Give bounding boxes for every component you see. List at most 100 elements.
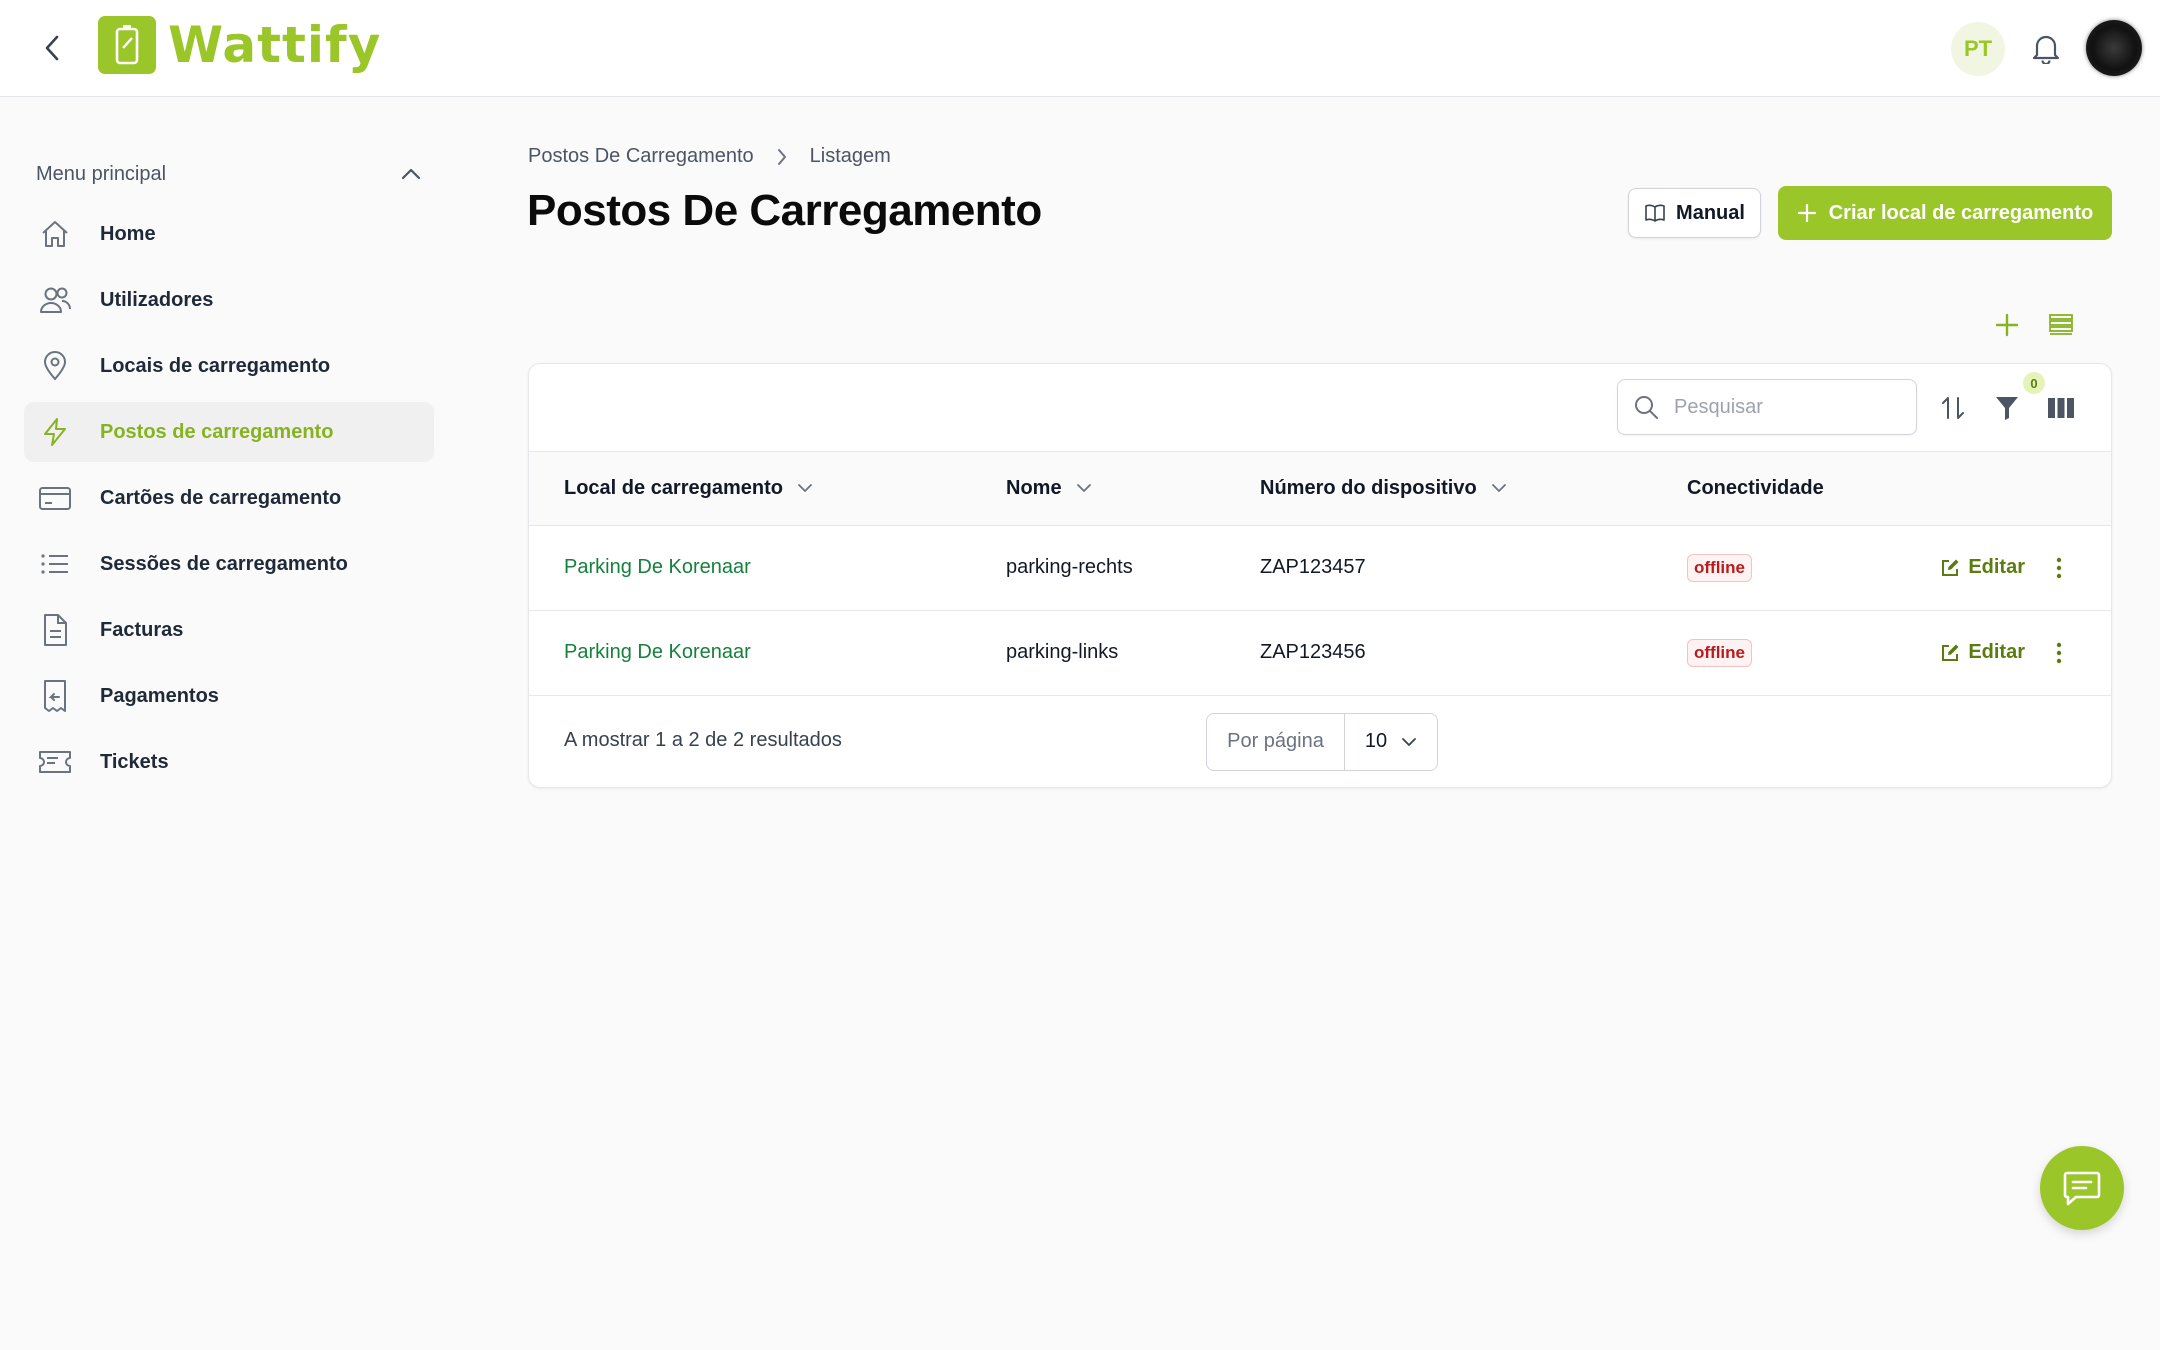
column-header-location[interactable]: Local de carregamento (529, 452, 1006, 525)
column-header-name[interactable]: Nome (1006, 452, 1260, 525)
column-header-device-number[interactable]: Número do dispositivo (1260, 452, 1687, 525)
status-badge: offline (1687, 638, 1752, 667)
sidebar: Menu principal Home Utilizadores Locais … (24, 150, 434, 798)
notifications-button[interactable] (2026, 28, 2066, 68)
sidebar-item-label: Home (100, 222, 156, 245)
ticket-icon (38, 745, 72, 779)
breadcrumb: Postos De Carregamento Listagem (528, 145, 891, 168)
search-input[interactable] (1674, 395, 1904, 419)
sidebar-item-label: Cartões de carregamento (100, 486, 342, 509)
column-label: Número do dispositivo (1260, 476, 1477, 499)
row-menu-button[interactable] (2047, 635, 2071, 671)
language-selector[interactable]: PT (1951, 22, 2005, 76)
sidebar-item-users[interactable]: Utilizadores (24, 270, 434, 330)
page-title: Postos De Carregamento (527, 186, 1042, 235)
edit-icon (1942, 559, 1959, 576)
sidebar-item-locations[interactable]: Locais de carregamento (24, 336, 434, 396)
location-link[interactable]: Parking De Korenaar (564, 641, 751, 663)
sidebar-item-label: Tickets (100, 750, 169, 773)
sidebar-item-label: Postos de carregamento (100, 420, 334, 443)
more-vertical-icon (2056, 557, 2062, 578)
edit-button[interactable]: Editar (1940, 556, 2025, 579)
sidebar-item-charging-cards[interactable]: Cartões de carregamento (24, 468, 434, 528)
create-location-button[interactable]: Criar local de carregamento (1778, 186, 2112, 240)
menu-header-label: Menu principal (36, 162, 167, 185)
menu-header[interactable]: Menu principal (24, 150, 434, 198)
chevron-down-icon (1491, 484, 1506, 493)
status-badge: offline (1687, 553, 1752, 582)
map-pin-icon (38, 349, 72, 383)
users-icon (38, 283, 72, 317)
chat-icon (2063, 1171, 2101, 1206)
sidebar-item-label: Utilizadores (100, 288, 214, 311)
table-header-row: Local de carregamento Nome Número do dis… (529, 452, 2111, 525)
filter-button[interactable] (1989, 390, 2025, 426)
lightning-icon (38, 415, 72, 449)
list-icon (38, 547, 72, 581)
columns-button[interactable] (2043, 390, 2079, 426)
chevron-down-icon (1402, 737, 1417, 746)
sidebar-item-label: Pagamentos (100, 684, 219, 707)
chevron-up-icon (401, 168, 421, 180)
sidebar-item-charging-stations[interactable]: Postos de carregamento (24, 402, 434, 462)
edit-button[interactable]: Editar (1940, 641, 2025, 664)
search-icon (1618, 394, 1674, 420)
search-box (1617, 379, 1917, 435)
manual-label: Manual (1676, 201, 1745, 224)
results-summary: A mostrar 1 a 2 de 2 resultados (564, 728, 842, 751)
add-row-button[interactable] (1990, 308, 2024, 342)
station-name: parking-rechts (1006, 556, 1133, 578)
table-row: Parking De Korenaar parking-rechts ZAP12… (529, 525, 2111, 610)
home-icon (38, 217, 72, 251)
row-menu-button[interactable] (2047, 550, 2071, 586)
column-header-actions (1927, 452, 2111, 525)
app-logo[interactable]: Wattify (98, 14, 381, 76)
column-label: Nome (1006, 476, 1062, 499)
sort-icon (1942, 397, 1964, 419)
location-link[interactable]: Parking De Korenaar (564, 556, 751, 578)
card-icon (38, 481, 72, 515)
manual-button[interactable]: Manual (1628, 188, 1761, 238)
receipt-icon (38, 679, 72, 713)
create-location-label: Criar local de carregamento (1828, 201, 2094, 224)
chevron-down-icon (1076, 484, 1091, 493)
app-name: Wattify (168, 16, 382, 74)
chevron-down-icon (798, 484, 812, 493)
plus-icon (1797, 203, 1816, 223)
sidebar-item-label: Locais de carregamento (100, 354, 331, 377)
user-avatar[interactable] (2086, 20, 2142, 76)
sidebar-item-charging-sessions[interactable]: Sessões de carregamento (24, 534, 434, 594)
column-header-connectivity: Conectividade (1687, 452, 1927, 525)
stations-table: Local de carregamento Nome Número do dis… (529, 452, 2111, 696)
more-vertical-icon (2056, 642, 2062, 663)
sidebar-item-invoices[interactable]: Facturas (24, 600, 434, 660)
plus-icon (1995, 313, 2019, 337)
chat-button[interactable] (2040, 1146, 2124, 1230)
device-number: ZAP123457 (1260, 556, 1366, 578)
sidebar-item-home[interactable]: Home (24, 204, 434, 264)
breadcrumb-parent[interactable]: Postos De Carregamento (528, 145, 754, 168)
stations-table-card: 0 Local de carregamento Nome Número do d… (528, 363, 2112, 788)
breadcrumb-current: Listagem (809, 145, 891, 167)
edit-label: Editar (1968, 641, 2025, 663)
sidebar-item-tickets[interactable]: Tickets (24, 732, 434, 792)
battery-icon (98, 16, 156, 74)
column-label: Conectividade (1687, 476, 1824, 499)
filter-count-badge: 0 (2023, 372, 2045, 394)
bell-icon (2032, 35, 2060, 64)
table-row: Parking De Korenaar parking-links ZAP123… (529, 610, 2111, 695)
sort-button[interactable] (1935, 390, 1971, 426)
stack-icon (2049, 314, 2073, 335)
top-bar: Wattify PT (0, 0, 2160, 97)
edit-icon (1942, 644, 1959, 661)
column-label: Local de carregamento (564, 476, 783, 499)
document-icon (38, 613, 72, 647)
chevron-left-icon (45, 35, 59, 61)
back-button[interactable] (34, 30, 70, 66)
per-page-select[interactable]: 10 (1345, 714, 1437, 770)
table-layout-button[interactable] (2044, 308, 2078, 342)
table-footer: A mostrar 1 a 2 de 2 resultados Por pági… (529, 696, 2111, 786)
sidebar-item-label: Sessões de carregamento (100, 552, 348, 575)
sidebar-item-payments[interactable]: Pagamentos (24, 666, 434, 726)
per-page-label: Por página (1207, 713, 1345, 770)
